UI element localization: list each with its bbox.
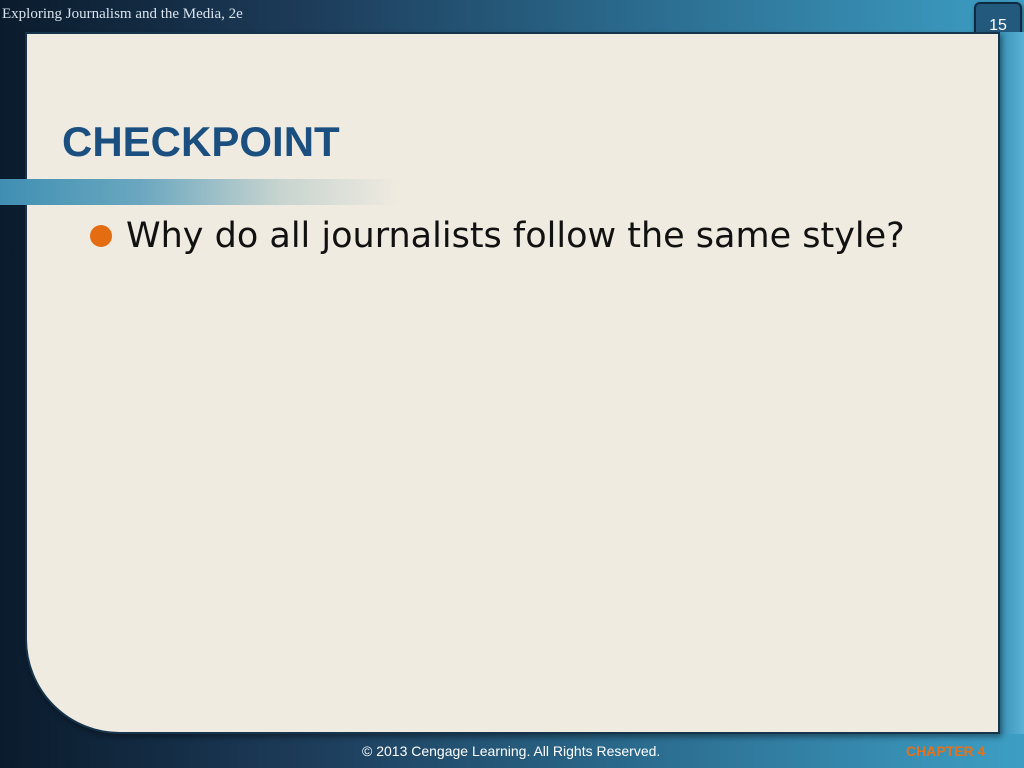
copyright-text: © 2013 Cengage Learning. All Rights Rese… <box>362 743 661 759</box>
bullet-item: Why do all journalists follow the same s… <box>90 216 905 256</box>
chapter-label: CHAPTER 4 <box>906 743 986 759</box>
presentation-title: Exploring Journalism and the Media, 2e <box>2 6 243 22</box>
slide-title: CHECKPOINT <box>62 118 340 165</box>
title-accent-bar <box>0 179 400 205</box>
bullet-dot-icon <box>90 225 112 247</box>
side-stripe <box>999 32 1024 734</box>
bullet-text: Why do all journalists follow the same s… <box>126 216 905 256</box>
